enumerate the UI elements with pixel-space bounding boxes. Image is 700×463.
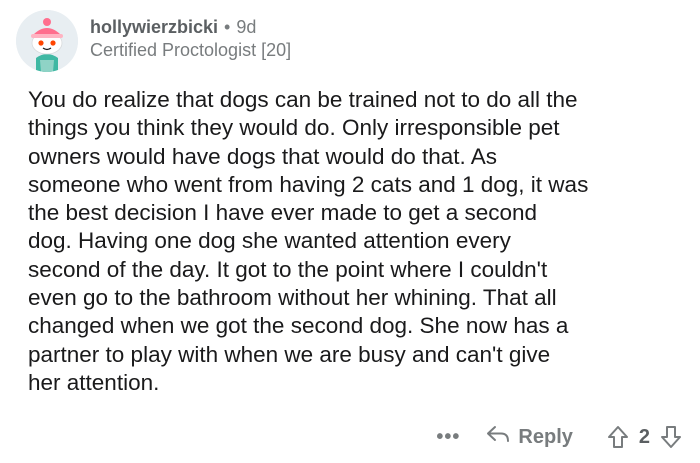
upvote-button[interactable] [607, 425, 629, 449]
downvote-button[interactable] [660, 425, 682, 449]
more-options-button[interactable]: ••• [436, 426, 460, 449]
snoo-avatar-icon [16, 10, 78, 72]
comment-meta: hollywierzbicki • 9d Certified Proctolog… [90, 17, 291, 61]
vote-score: 2 [638, 425, 650, 448]
user-flair: Certified Proctologist [20] [90, 40, 292, 60]
downvote-arrow-icon [661, 426, 681, 448]
comment-age: 9d [236, 17, 257, 37]
author-username[interactable]: hollywierzbicki [90, 17, 218, 38]
vote-controls: 2 [607, 425, 682, 449]
upvote-arrow-icon [607, 426, 628, 448]
reply-button[interactable]: Reply [486, 424, 573, 450]
reply-label: Reply [518, 425, 573, 448]
comment-actions: ••• Reply 2 [436, 424, 682, 450]
comment-header: hollywierzbicki • 9d Certified Proctolog… [16, 10, 291, 72]
reply-arrow-icon [486, 424, 510, 450]
separator-dot: • [224, 17, 231, 37]
comment-body: You do realize that dogs can be trained … [28, 87, 589, 395]
author-line: hollywierzbicki • 9d [90, 17, 291, 38]
avatar[interactable] [16, 10, 78, 72]
